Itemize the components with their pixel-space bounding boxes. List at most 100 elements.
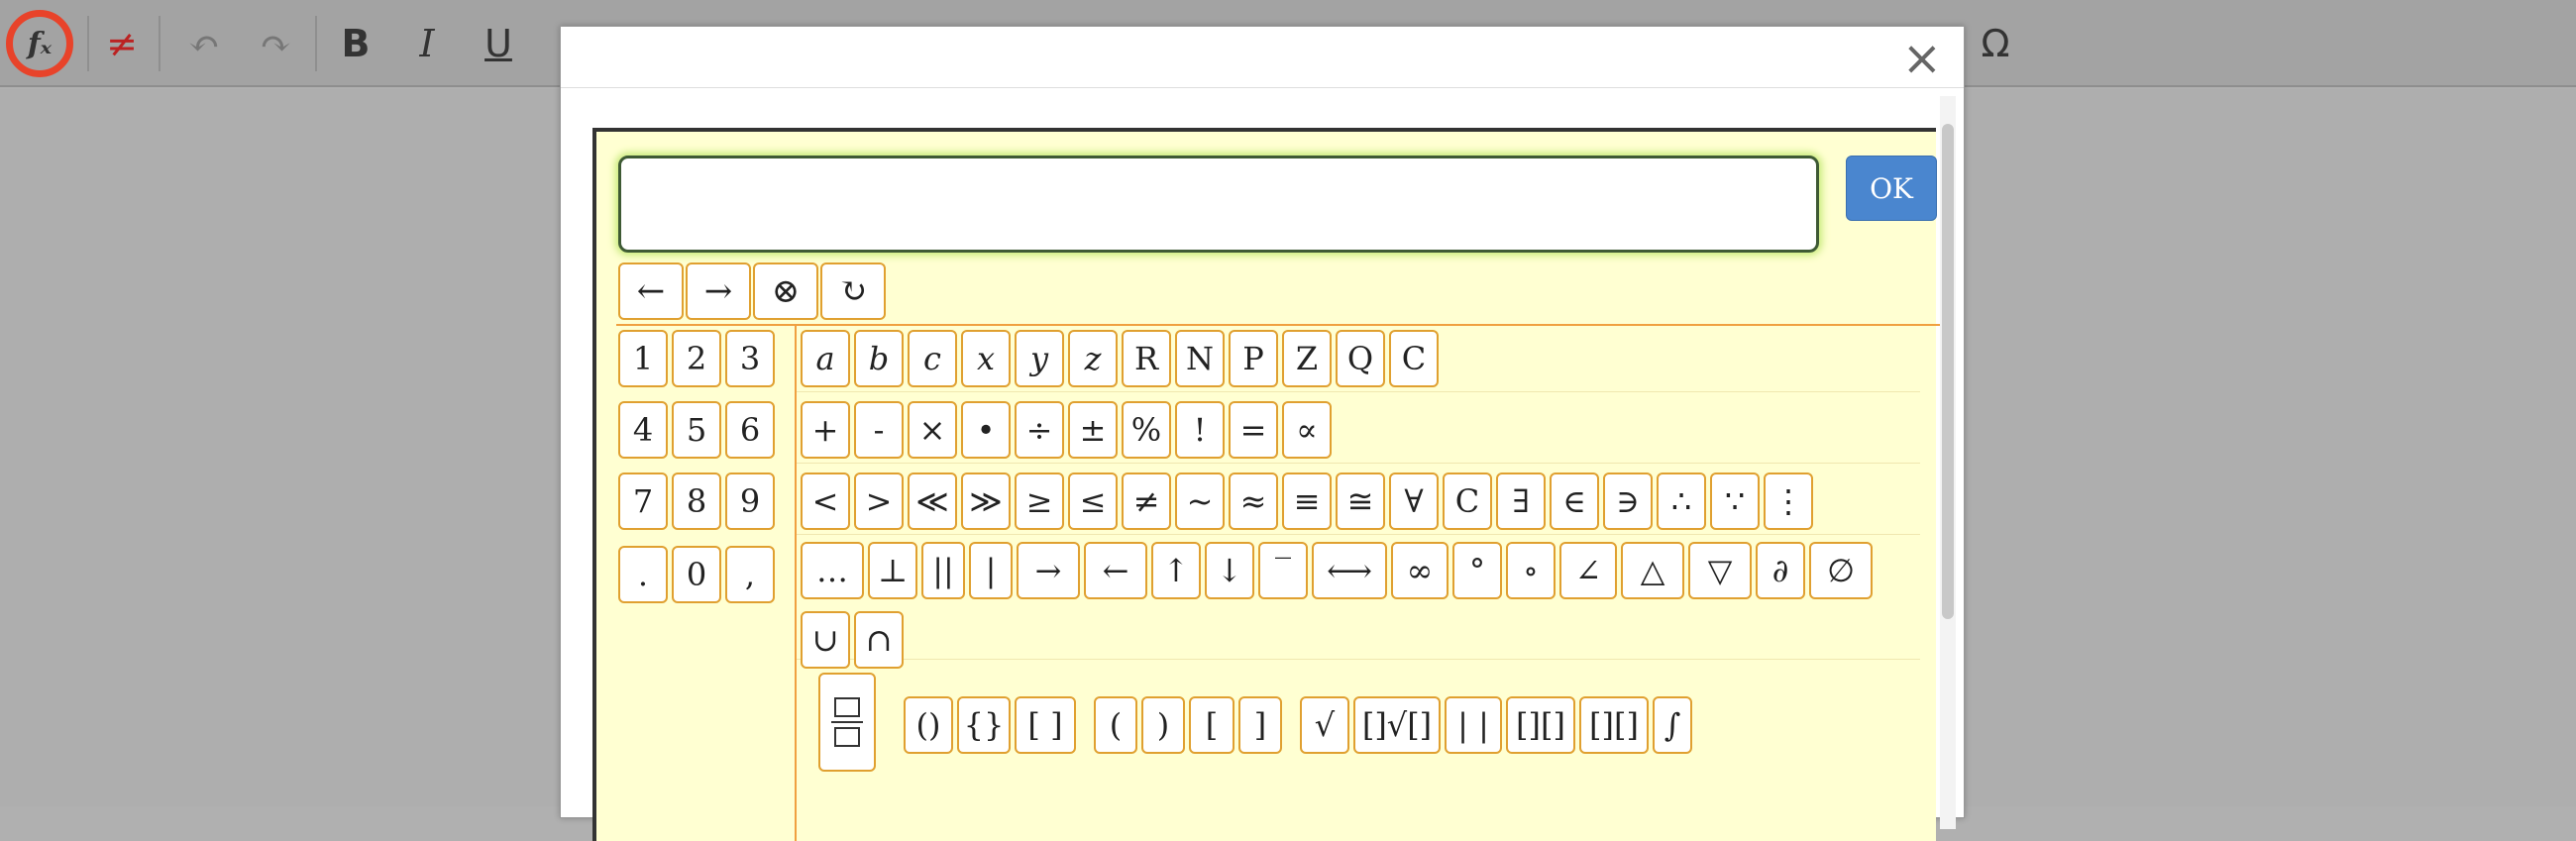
symbol-key[interactable]: ° [1452,542,1502,599]
operator-key[interactable]: ÷ [1015,401,1064,459]
italic-button[interactable]: I [406,12,448,75]
symbol-key[interactable]: ∞ [1391,542,1449,599]
letter-key[interactable]: a [801,330,850,387]
digit-key[interactable]: 7 [618,473,668,530]
digit-key[interactable]: 6 [725,401,775,459]
letter-key[interactable]: N [1175,330,1225,387]
relation-key[interactable]: ∀ [1389,473,1439,530]
letter-key[interactable]: Q [1336,330,1385,387]
letter-key[interactable]: Z [1282,330,1332,387]
relation-key[interactable]: ≪ [908,473,957,530]
template-key[interactable]: {} [957,696,1011,754]
symbol-key[interactable]: ⟷ [1312,542,1387,599]
template-key[interactable]: () [904,696,953,754]
digit-key[interactable]: 1 [618,330,668,387]
right-arrow-button[interactable]: → [686,263,751,320]
relation-key[interactable]: ∵ [1710,473,1760,530]
reset-button[interactable]: ↻ [820,263,886,320]
template-key[interactable]: []√[] [1353,696,1441,754]
relation-key[interactable]: ≅ [1336,473,1385,530]
digit-key[interactable]: . [618,546,668,603]
operator-key[interactable]: + [801,401,850,459]
relation-key[interactable]: ≫ [961,473,1011,530]
symbol-key[interactable]: ← [1084,542,1147,599]
template-key[interactable]: ∫ [1653,696,1692,754]
ok-button[interactable]: OK [1846,156,1937,221]
letter-key[interactable]: b [854,330,904,387]
symbol-key[interactable]: ∂ [1756,542,1805,599]
symbol-key[interactable]: ▽ [1688,542,1752,599]
relation-key[interactable]: ∃ [1496,473,1546,530]
template-key[interactable]: √ [1300,696,1349,754]
relation-key[interactable]: ⋮ [1764,473,1813,530]
close-icon[interactable]: × [1902,33,1942,84]
digit-key[interactable]: 2 [672,330,721,387]
operator-key[interactable]: × [908,401,957,459]
undo-button[interactable]: ↶ [176,12,232,75]
special-characters-button[interactable]: Ω [1972,12,2019,75]
relation-key[interactable]: ~ [1175,473,1225,530]
template-key[interactable]: ) [1141,696,1185,754]
operator-key[interactable]: % [1122,401,1171,459]
symbol-key[interactable]: || [921,542,965,599]
digit-key[interactable]: 5 [672,401,721,459]
symbol-key[interactable]: ∅ [1809,542,1873,599]
digit-key[interactable]: 9 [725,473,775,530]
letter-key[interactable]: c [908,330,957,387]
symbol-key[interactable]: ⊥ [868,542,917,599]
letter-key[interactable]: R [1122,330,1171,387]
symbol-key[interactable]: ∘ [1506,542,1556,599]
digit-key[interactable]: 3 [725,330,775,387]
letter-key[interactable]: x [961,330,1011,387]
left-arrow-button[interactable]: ← [618,263,684,320]
template-key[interactable]: | | [1445,696,1502,754]
relation-key[interactable]: ≈ [1229,473,1278,530]
relation-key[interactable]: ∋ [1603,473,1653,530]
symbol-key[interactable]: ∪ [801,611,850,669]
relation-key[interactable]: ∴ [1657,473,1706,530]
digit-key[interactable]: 4 [618,401,668,459]
relation-key[interactable]: ≠ [1122,473,1171,530]
letter-key[interactable]: C [1389,330,1439,387]
operator-key[interactable]: • [961,401,1011,459]
symbol-key[interactable]: → [1017,542,1080,599]
operator-key[interactable]: = [1229,401,1278,459]
letter-key[interactable]: y [1015,330,1064,387]
digit-key[interactable]: 0 [672,546,721,603]
bold-button[interactable]: B [335,12,376,75]
relation-key[interactable]: ≡ [1282,473,1332,530]
formula-input[interactable] [618,156,1819,253]
symbol-key[interactable]: ∩ [854,611,904,669]
relation-key[interactable]: > [854,473,904,530]
symbol-key[interactable]: △ [1621,542,1684,599]
clear-button[interactable]: ⊗ [753,263,818,320]
symbol-key[interactable]: | [969,542,1013,599]
redo-button[interactable]: ↷ [248,12,303,75]
template-key[interactable]: [][] [1579,696,1649,754]
symbol-key[interactable]: ↑ [1151,542,1201,599]
template-key[interactable]: [ [1189,696,1234,754]
template-key[interactable]: [ ] [1015,696,1076,754]
operator-key[interactable]: ∝ [1282,401,1332,459]
underline-button[interactable]: U [478,12,519,75]
scrollbar-thumb[interactable] [1942,124,1954,619]
letter-key[interactable]: P [1229,330,1278,387]
digit-key[interactable]: , [725,546,775,603]
template-key[interactable]: ] [1238,696,1282,754]
digit-key[interactable]: 8 [672,473,721,530]
template-key[interactable]: ( [1094,696,1137,754]
fraction-template-key[interactable] [818,673,876,772]
symbol-key[interactable]: … [801,542,864,599]
relation-key[interactable]: ∈ [1550,473,1599,530]
relation-key[interactable]: ≤ [1068,473,1118,530]
operator-key[interactable]: ± [1068,401,1118,459]
strikethrough-formula-button[interactable]: ≠ [99,12,145,75]
operator-key[interactable]: ! [1175,401,1225,459]
symbol-key[interactable]: ‾ [1258,542,1308,599]
relation-key[interactable]: < [801,473,850,530]
symbol-key[interactable]: ∠ [1559,542,1617,599]
relation-key[interactable]: C [1443,473,1492,530]
operator-key[interactable]: - [854,401,904,459]
letter-key[interactable]: z [1068,330,1118,387]
dialog-scrollbar[interactable] [1940,96,1956,829]
